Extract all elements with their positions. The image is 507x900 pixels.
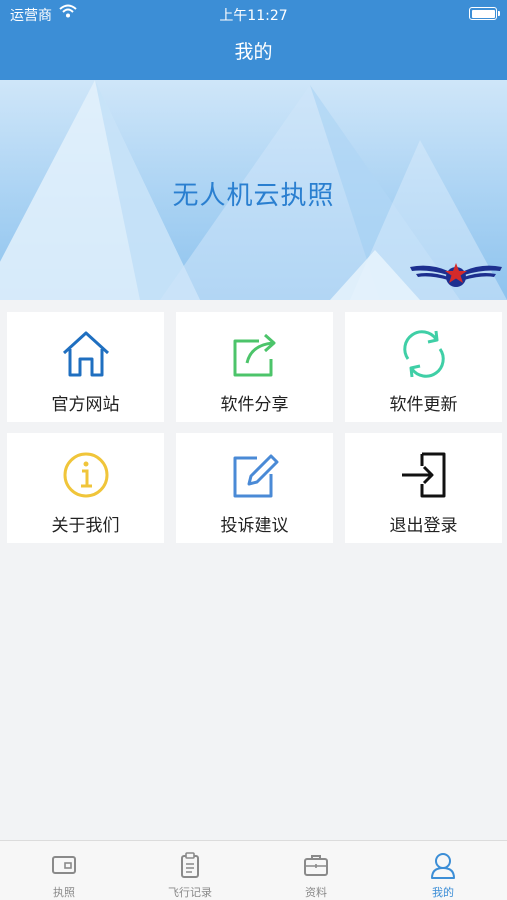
tab-label: 资料: [305, 886, 327, 899]
menu-item-label: 退出登录: [389, 516, 458, 536]
status-bar: 运营商 上午11:27: [0, 0, 507, 28]
tab-license[interactable]: 执照: [1, 841, 127, 900]
page-title: 我的: [234, 41, 273, 63]
menu-item-share-app[interactable]: 软件分享: [176, 312, 333, 422]
menu-item-official-website[interactable]: 官方网站: [7, 312, 164, 422]
menu-item-about-us[interactable]: 关于我们: [7, 433, 164, 543]
info-icon: [63, 452, 108, 498]
briefcase-icon: [304, 855, 328, 876]
menu-item-label: 软件更新: [389, 395, 458, 415]
battery-icon: [469, 7, 500, 20]
clock: 上午11:27: [219, 8, 288, 24]
tab-label: 执照: [53, 886, 75, 899]
banner-title: 无人机云执照: [172, 181, 335, 211]
tab-mine[interactable]: 我的: [380, 841, 506, 900]
user-icon: [431, 853, 455, 879]
refresh-icon: [402, 330, 445, 378]
menu-item-label: 投诉建议: [220, 516, 289, 536]
license-icon: [52, 856, 76, 874]
menu-item-feedback[interactable]: 投诉建议: [176, 433, 333, 543]
nav-bar: 我的: [0, 28, 507, 80]
caac-wings-logo: [410, 263, 502, 287]
menu-item-logout[interactable]: 退出登录: [345, 433, 502, 543]
menu-item-label: 关于我们: [51, 516, 120, 536]
tab-label: 我的: [432, 886, 454, 899]
tab-label: 飞行记录: [168, 886, 212, 899]
menu-item-update-app[interactable]: 软件更新: [345, 312, 502, 422]
menu-item-label: 软件分享: [220, 395, 289, 415]
tab-documents[interactable]: 资料: [253, 841, 379, 900]
clipboard-icon: [181, 852, 199, 878]
house-icon: [62, 331, 109, 377]
share-icon: [233, 333, 275, 377]
logout-icon: [401, 452, 445, 498]
tab-flight-records[interactable]: 飞行记录: [127, 841, 253, 900]
menu-item-label: 官方网站: [51, 395, 120, 415]
edit-icon: [233, 454, 278, 498]
tab-bar: 执照 飞行记录 资料 我的: [0, 840, 507, 900]
